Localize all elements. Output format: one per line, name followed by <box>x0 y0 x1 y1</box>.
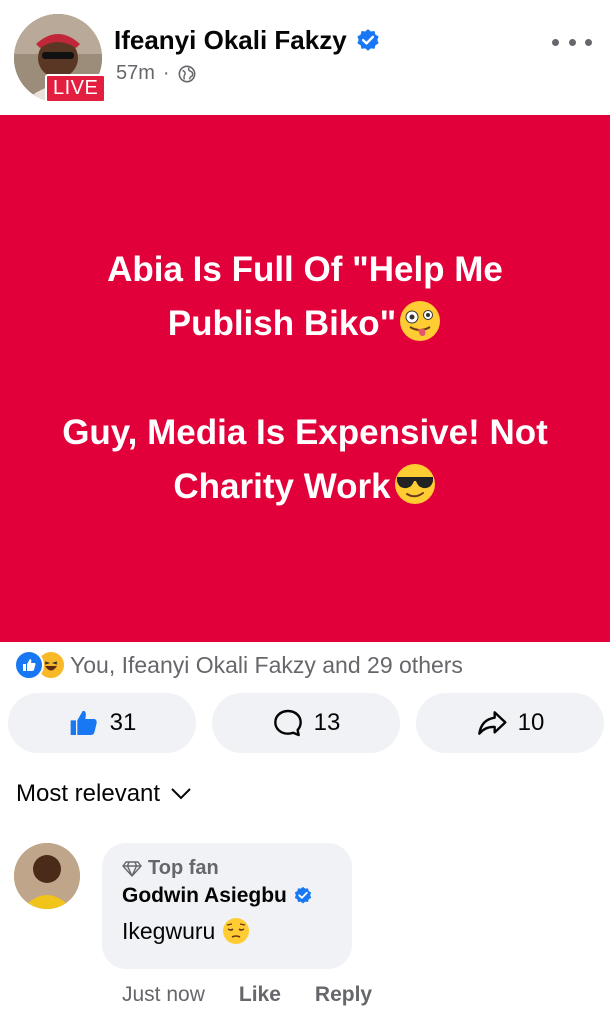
zany-face-emoji-icon <box>400 300 441 341</box>
post-paragraph-1: Abia Is Full Of "Help Me Publish Biko" <box>107 243 503 352</box>
post-text-card[interactable]: Abia Is Full Of "Help Me Publish Biko" G… <box>0 115 610 642</box>
comment-text-body: Ikegwuru <box>122 917 216 944</box>
post-line: Guy, Media Is Expensive! Not <box>62 413 548 452</box>
post-meta: 57m · <box>116 62 196 85</box>
post-line-with-emoji: Publish Biko" <box>107 297 503 351</box>
reactions-summary[interactable]: You, Ifeanyi Okali Fakzy and 29 others <box>14 650 463 680</box>
comment-text: Ikegwuru <box>122 916 332 946</box>
like-button[interactable]: 31 <box>8 693 196 753</box>
top-fan-badge: Top fan <box>122 857 332 880</box>
chevron-down-icon <box>171 788 191 800</box>
share-arrow-icon <box>477 711 507 735</box>
comment-bubble-icon <box>273 709 302 737</box>
comment-meta: Just now Like Reply <box>122 983 372 1007</box>
post-line-text: Publish Biko" <box>167 303 397 343</box>
post-line: Abia Is Full Of "Help Me <box>107 249 503 289</box>
comment-bubble[interactable]: Top fan Godwin Asiegbu Ikegwuru <box>102 843 352 969</box>
commenter-name[interactable]: Godwin Asiegbu <box>122 884 332 908</box>
post-time[interactable]: 57m <box>116 62 155 85</box>
commenter-avatar[interactable] <box>14 843 80 909</box>
post-header: LIVE Ifeanyi Okali Fakzy 57m · <box>0 0 610 114</box>
verified-badge-icon <box>357 28 379 51</box>
comment-reply-button[interactable]: Reply <box>315 983 372 1007</box>
like-reaction-icon <box>14 650 44 680</box>
post-line-text: Charity Work <box>173 467 391 507</box>
more-dot-icon <box>552 38 559 46</box>
more-dot-icon <box>585 38 592 46</box>
post-actions: 31 13 10 <box>8 693 604 753</box>
more-options-button[interactable] <box>552 30 592 54</box>
like-count: 31 <box>109 709 137 736</box>
comment-time: Just now <box>122 983 205 1006</box>
share-button[interactable]: 10 <box>416 693 604 753</box>
comment-like-button[interactable]: Like <box>239 983 281 1007</box>
sort-label: Most relevant <box>16 780 161 807</box>
meta-separator: · <box>162 62 170 84</box>
reaction-icons <box>14 650 66 680</box>
thumbs-up-icon <box>70 710 97 735</box>
reactions-summary-text: You, Ifeanyi Okali Fakzy and 29 others <box>70 651 463 678</box>
author-avatar[interactable]: LIVE <box>14 14 107 103</box>
comment-sort-dropdown[interactable]: Most relevant <box>16 780 192 808</box>
more-dot-icon <box>568 38 576 46</box>
globe-icon <box>178 65 196 82</box>
top-fan-label: Top fan <box>148 857 219 879</box>
author-name[interactable]: Ifeanyi Okali Fakzy <box>114 25 381 56</box>
live-badge: LIVE <box>45 74 107 103</box>
comment-count: 13 <box>313 709 341 736</box>
diamond-icon <box>122 860 142 877</box>
pensive-face-emoji-icon <box>223 918 250 944</box>
sunglasses-face-emoji-icon <box>394 464 435 505</box>
post-paragraph-2: Guy, Media Is Expensive! Not Charity Wor… <box>62 406 548 515</box>
author-name-text[interactable]: Ifeanyi Okali Fakzy <box>114 25 347 56</box>
comment-button[interactable]: 13 <box>212 693 400 753</box>
verified-badge-icon <box>294 886 312 904</box>
share-count: 10 <box>517 709 545 736</box>
post-line-with-emoji: Charity Work <box>62 460 548 514</box>
commenter-name-text[interactable]: Godwin Asiegbu <box>122 884 287 908</box>
